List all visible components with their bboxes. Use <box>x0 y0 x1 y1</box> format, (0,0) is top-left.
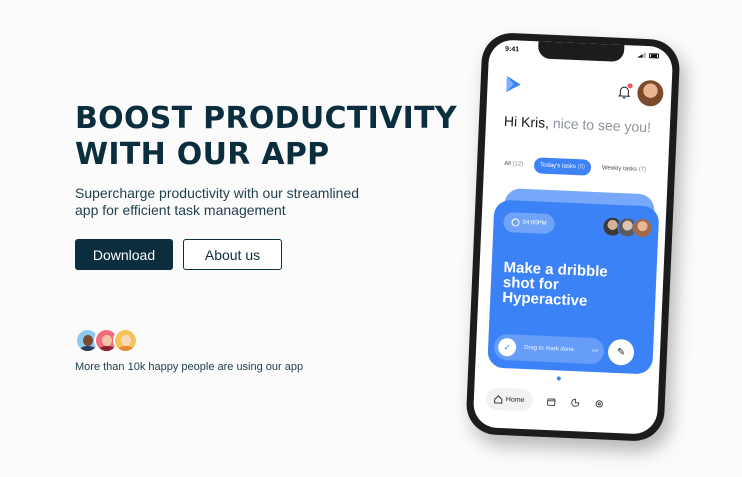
social-proof: More than 10k happy people are using our… <box>75 328 303 373</box>
nav-home[interactable]: Home <box>485 387 534 412</box>
download-button[interactable]: Download <box>75 239 173 270</box>
avatar <box>113 328 138 353</box>
cta-buttons: Download About us <box>75 239 475 270</box>
social-proof-text: More than 10k happy people are using our… <box>75 361 304 373</box>
page-indicator <box>556 376 561 381</box>
nav-calendar[interactable] <box>546 396 556 406</box>
chevrons-right-icon: ››› <box>591 347 599 355</box>
task-time-pill: 04:00PM <box>503 211 555 235</box>
bottom-nav: Home <box>485 385 646 418</box>
signal-icon <box>637 52 646 58</box>
home-icon <box>494 394 503 404</box>
phone-mockup: 9:41 Hi Kris, nice to see you! All (12) … <box>465 31 681 443</box>
task-card[interactable]: 04:00PM Make a dribble shot for Hyperact… <box>487 199 660 375</box>
task-tabs: All (12) Today's tasks (5) Weekly tasks … <box>498 156 653 179</box>
task-title: Make a dribble shot for Hyperactive <box>501 259 609 310</box>
greeting-rest: nice to see you! <box>552 115 652 136</box>
nav-settings[interactable] <box>594 398 604 408</box>
check-icon[interactable]: ✓ <box>497 337 517 357</box>
status-time: 9:41 <box>504 45 520 54</box>
drag-to-done-slider[interactable]: ✓ Drag to mark done ››› <box>493 333 605 365</box>
clock-icon <box>511 218 520 227</box>
battery-icon <box>648 52 660 59</box>
headline-line-1: BOOST PRODUCTIVITY <box>75 101 457 136</box>
phone-notch <box>537 41 625 63</box>
about-us-button[interactable]: About us <box>183 239 282 270</box>
phone-screen: 9:41 Hi Kris, nice to see you! All (12) … <box>472 39 674 435</box>
user-avatar[interactable] <box>636 79 664 107</box>
settings-icon <box>595 399 604 407</box>
nav-home-label: Home <box>505 395 525 404</box>
tab-todays-tasks[interactable]: Today's tasks (5) <box>533 157 592 176</box>
tab-all[interactable]: All (12) <box>498 156 530 173</box>
task-assignees <box>602 216 653 239</box>
drag-text: Drag to mark done <box>523 344 574 354</box>
greeting: Hi Kris, nice to see you! <box>503 112 655 136</box>
subtitle: Supercharge productivity with our stream… <box>75 185 360 218</box>
calendar-icon <box>547 397 556 406</box>
edit-button[interactable]: ✎ <box>607 338 635 366</box>
headline-line-2: WITH OUR APP <box>75 137 330 172</box>
notification-dot <box>627 83 633 89</box>
nav-stats[interactable] <box>570 397 580 407</box>
hero-section: BOOST PRODUCTIVITY WITH OUR APP Supercha… <box>75 101 475 270</box>
edit-icon: ✎ <box>616 346 626 358</box>
app-logo-icon <box>506 75 521 92</box>
user-avatars <box>75 328 303 353</box>
task-time: 04:00PM <box>522 219 547 227</box>
tab-weekly-tasks[interactable]: Weekly tasks (7) <box>596 160 653 178</box>
headline: BOOST PRODUCTIVITY WITH OUR APP <box>75 101 475 173</box>
greeting-name: Hi Kris, <box>503 112 550 131</box>
chart-icon <box>571 398 580 407</box>
status-icons <box>637 52 660 59</box>
avatar <box>632 217 653 239</box>
